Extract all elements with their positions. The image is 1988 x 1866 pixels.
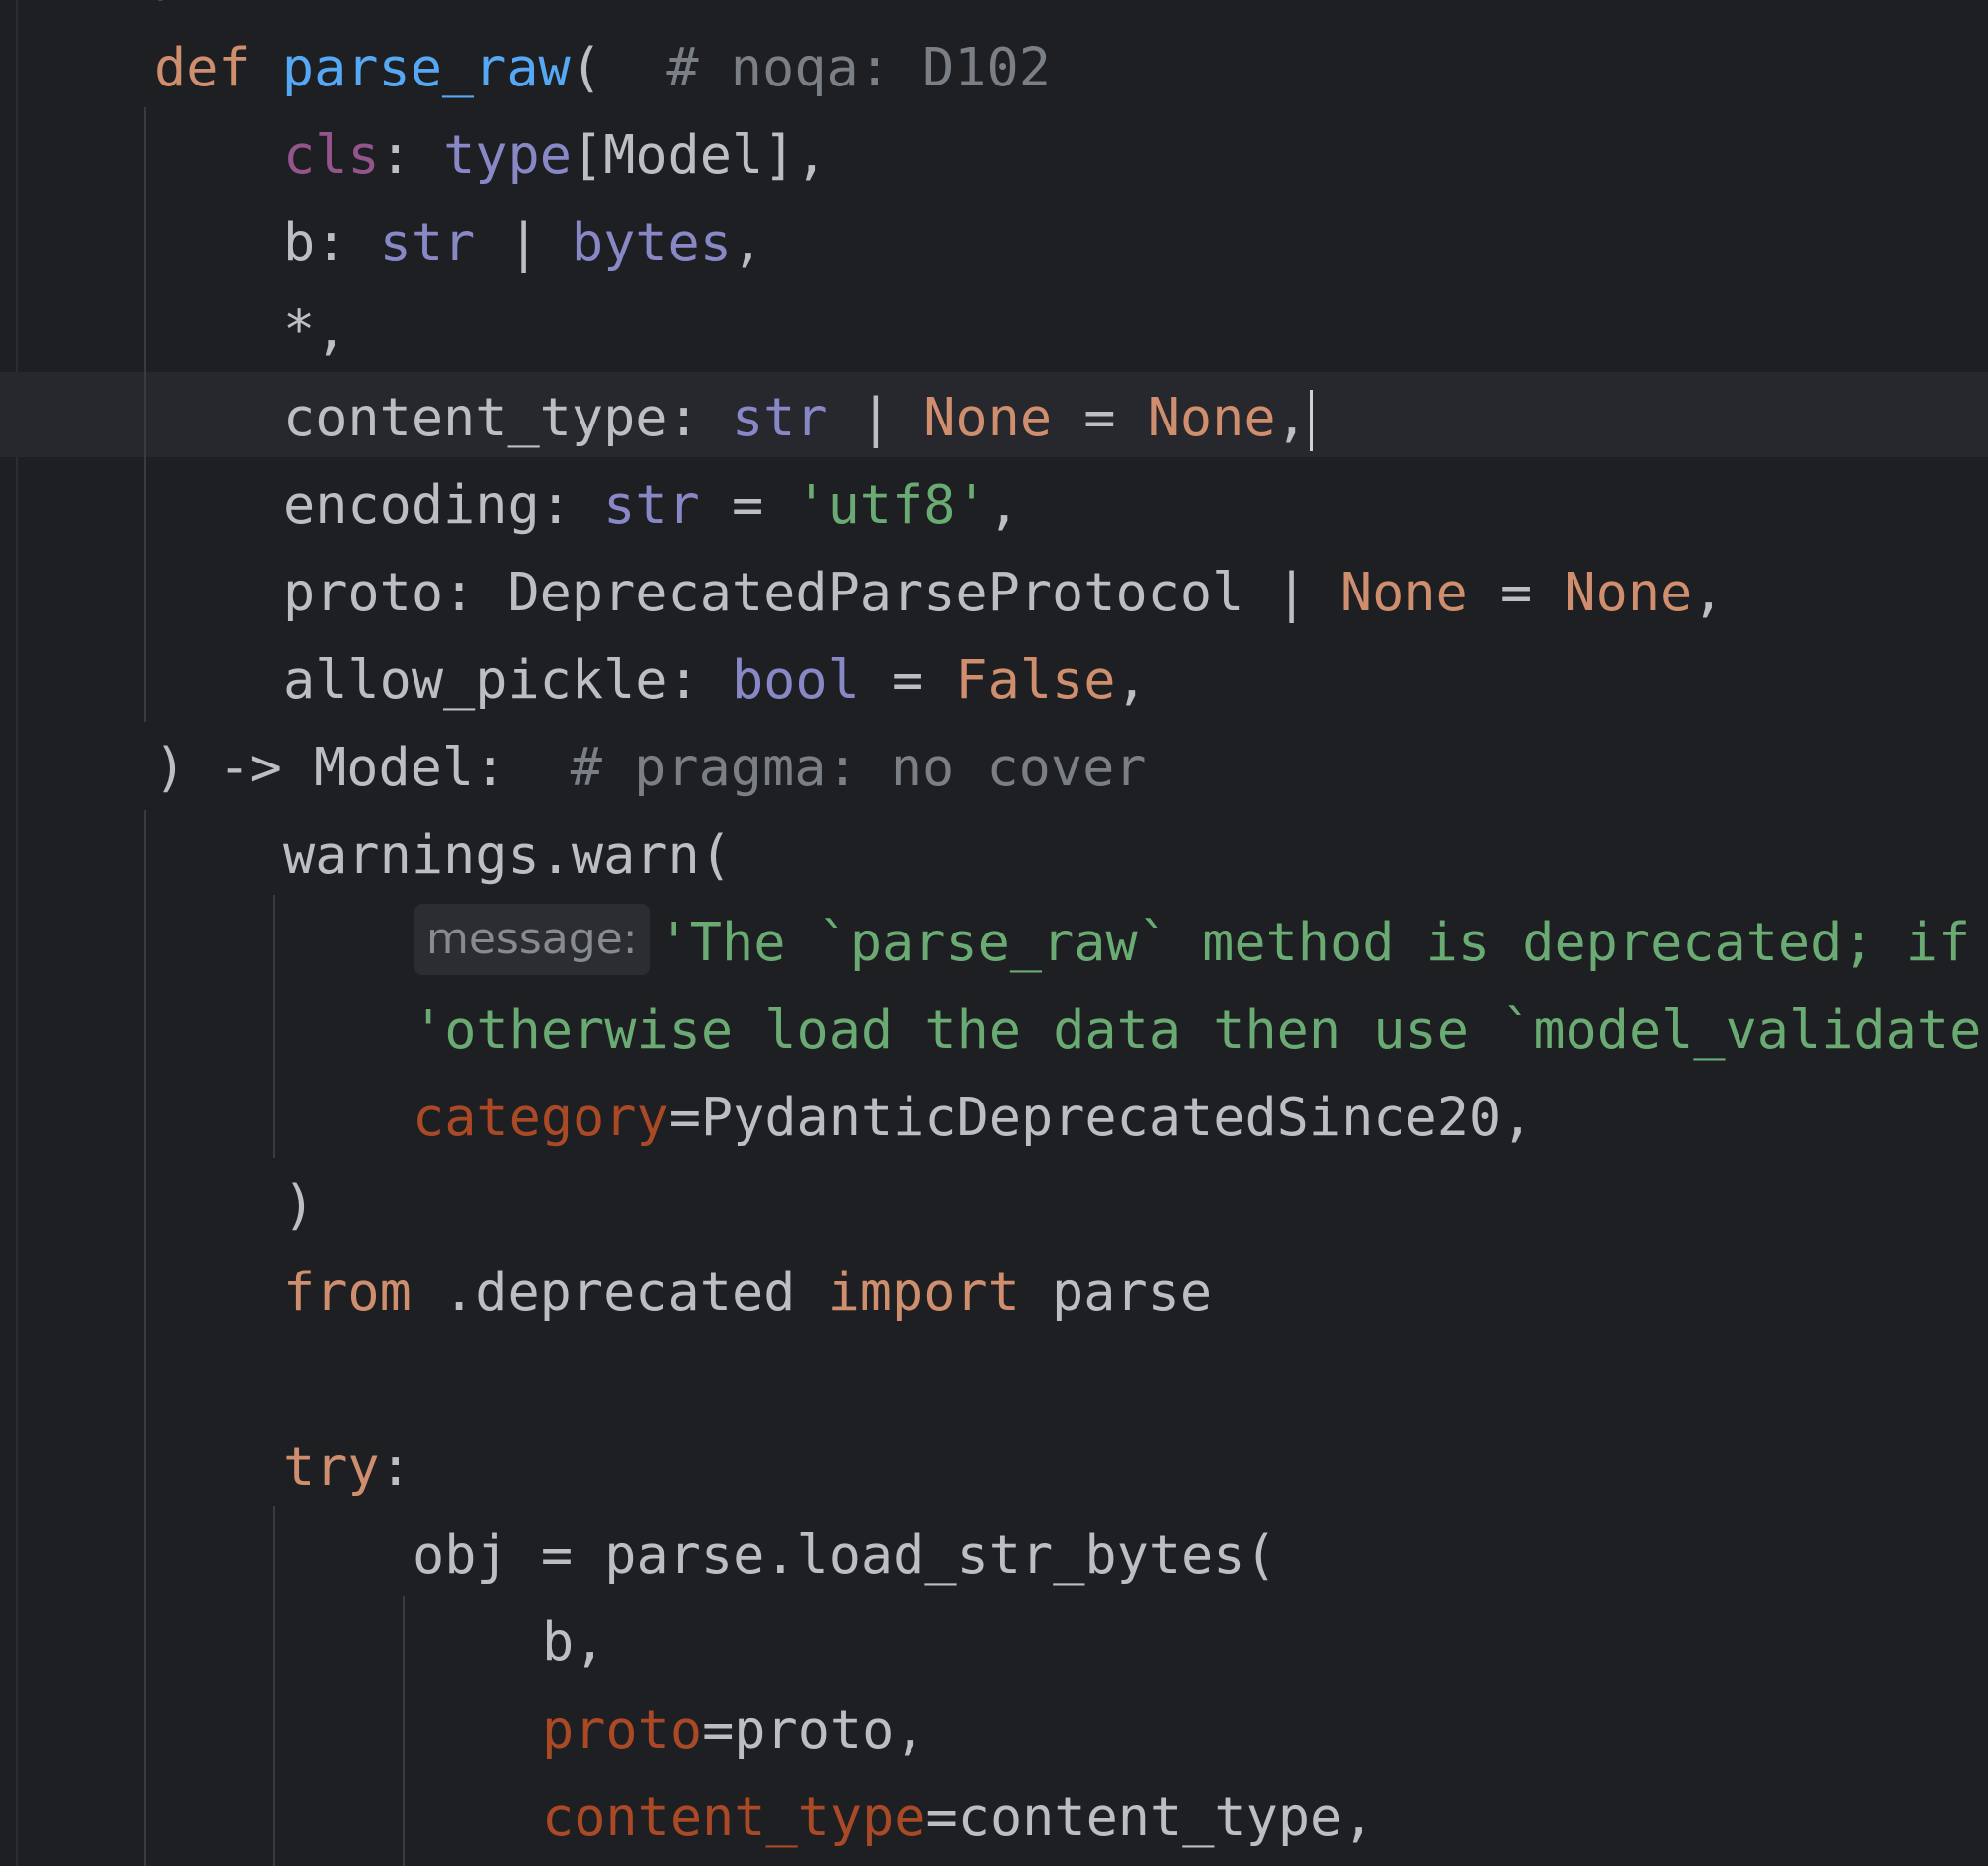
code-line-param-content-type[interactable]: content_type: str | None = None, — [283, 374, 1313, 461]
code-token: =content_type, — [925, 1785, 1375, 1848]
code-token: 'otherwise load the data then use `model… — [413, 998, 1988, 1061]
code-token: None — [1147, 386, 1276, 448]
code-token: str — [731, 386, 828, 448]
parameter-hint: message: — [414, 904, 650, 976]
code-token: content_type: — [283, 386, 732, 448]
code-token: [Model], — [571, 123, 828, 186]
code-token: 'utf8' — [795, 473, 988, 536]
code-token: category — [413, 1086, 669, 1148]
code-line-param-encoding[interactable]: encoding: str = 'utf8', — [283, 461, 1020, 549]
code-token: proto: DeprecatedParseProtocol | — [283, 561, 1340, 623]
code-line-try[interactable]: try: — [283, 1424, 412, 1511]
text-caret — [1309, 390, 1313, 452]
code-token: *, — [283, 298, 348, 361]
code-token: =PydanticDeprecatedSince20, — [668, 1086, 1534, 1148]
indent-guide — [273, 895, 275, 1158]
code-line-import[interactable]: from .deprecated import parse — [283, 1249, 1212, 1336]
code-token: def — [154, 36, 250, 98]
code-editor[interactable]: ) def parse_raw( # noqa: D102 cls: type[… — [0, 0, 1988, 1866]
code-token: ) — [283, 1173, 316, 1236]
code-token: : — [379, 123, 444, 186]
code-token: from — [283, 1261, 412, 1323]
code-token: =proto, — [702, 1698, 926, 1761]
code-token: allow_pickle: — [283, 648, 732, 711]
code-token: import — [827, 1261, 1020, 1323]
code-line-arg-content-type[interactable]: content_type=content_type, — [542, 1774, 1374, 1861]
code-token: None — [1339, 561, 1468, 623]
code-token: = — [859, 648, 956, 711]
code-token: | — [827, 386, 924, 448]
code-token: None — [1564, 561, 1693, 623]
code-token: bytes — [571, 211, 732, 273]
code-token: 'The `parse_raw` method is deprecated; i… — [657, 911, 1971, 973]
code-token: None — [923, 386, 1053, 448]
gutter-divider — [16, 0, 18, 1866]
code-token: cls — [283, 123, 380, 186]
indent-guide — [144, 107, 146, 722]
code-token: try — [283, 1436, 380, 1498]
code-token: , — [731, 211, 764, 273]
code-line-param-proto[interactable]: proto: DeprecatedParseProtocol | None = … — [283, 549, 1724, 636]
code-token: .deprecated — [411, 1261, 828, 1323]
code-line-param-b[interactable]: b: str | bytes, — [283, 199, 763, 286]
code-token: proto — [542, 1698, 703, 1761]
code-token: , — [1692, 561, 1725, 623]
code-line-warn-call[interactable]: warnings.warn( — [283, 811, 732, 899]
code-line-warn-close[interactable]: ) — [283, 1161, 315, 1249]
code-token: , — [987, 473, 1020, 536]
code-token: b: — [283, 211, 380, 273]
code-line-warn-category[interactable]: category=PydanticDeprecatedSince20, — [413, 1074, 1533, 1161]
code-token: # noqa: D102 — [666, 36, 1051, 98]
code-line-warn-message-2[interactable]: 'otherwise load the data then use `model… — [413, 986, 1988, 1074]
code-line-arg-b[interactable]: b, — [542, 1599, 605, 1686]
code-token: warnings.warn( — [283, 823, 732, 886]
code-line-obj-assign[interactable]: obj = parse.load_str_bytes( — [413, 1511, 1277, 1599]
code-token: parse_raw — [281, 36, 571, 98]
code-token: : — [379, 1436, 412, 1498]
code-token: = — [1052, 386, 1148, 448]
code-token: bool — [731, 648, 860, 711]
code-token: , — [1115, 648, 1148, 711]
code-token: ( — [570, 36, 667, 98]
code-token: parse — [1019, 1261, 1213, 1323]
code-line-arg-proto[interactable]: proto=proto, — [542, 1686, 926, 1774]
code-line-param-allow-pickle[interactable]: allow_pickle: bool = False, — [283, 636, 1148, 724]
code-token: type — [443, 123, 572, 186]
code-token: encoding: — [283, 473, 604, 536]
code-token: = — [699, 473, 796, 536]
code-token: False — [955, 648, 1116, 711]
code-token: str — [379, 211, 476, 273]
code-line-signature-close[interactable]: ) -> Model: # pragma: no cover — [154, 724, 1147, 811]
code-token: # pragma: no cover — [570, 736, 1147, 798]
code-line-param-cls[interactable]: cls: type[Model], — [283, 111, 828, 199]
code-line-param-star[interactable]: *, — [283, 286, 347, 374]
code-token: str — [603, 473, 700, 536]
code-line-warn-message[interactable]: message: 'The `parse_raw` method is depre… — [414, 899, 1988, 986]
code-token: | — [475, 211, 572, 273]
code-token: ) -> Model: — [154, 736, 571, 798]
code-token: b, — [542, 1611, 606, 1673]
code-token: , — [1275, 386, 1308, 448]
code-token: = — [1467, 561, 1565, 623]
indent-guide — [273, 1506, 275, 1866]
indent-guide — [144, 810, 146, 1866]
code-line-def[interactable]: def parse_raw( # noqa: D102 — [154, 24, 1051, 111]
indent-guide — [403, 1596, 405, 1866]
code-token: obj = parse.load_str_bytes( — [413, 1523, 1277, 1586]
code-token: content_type — [542, 1785, 926, 1848]
